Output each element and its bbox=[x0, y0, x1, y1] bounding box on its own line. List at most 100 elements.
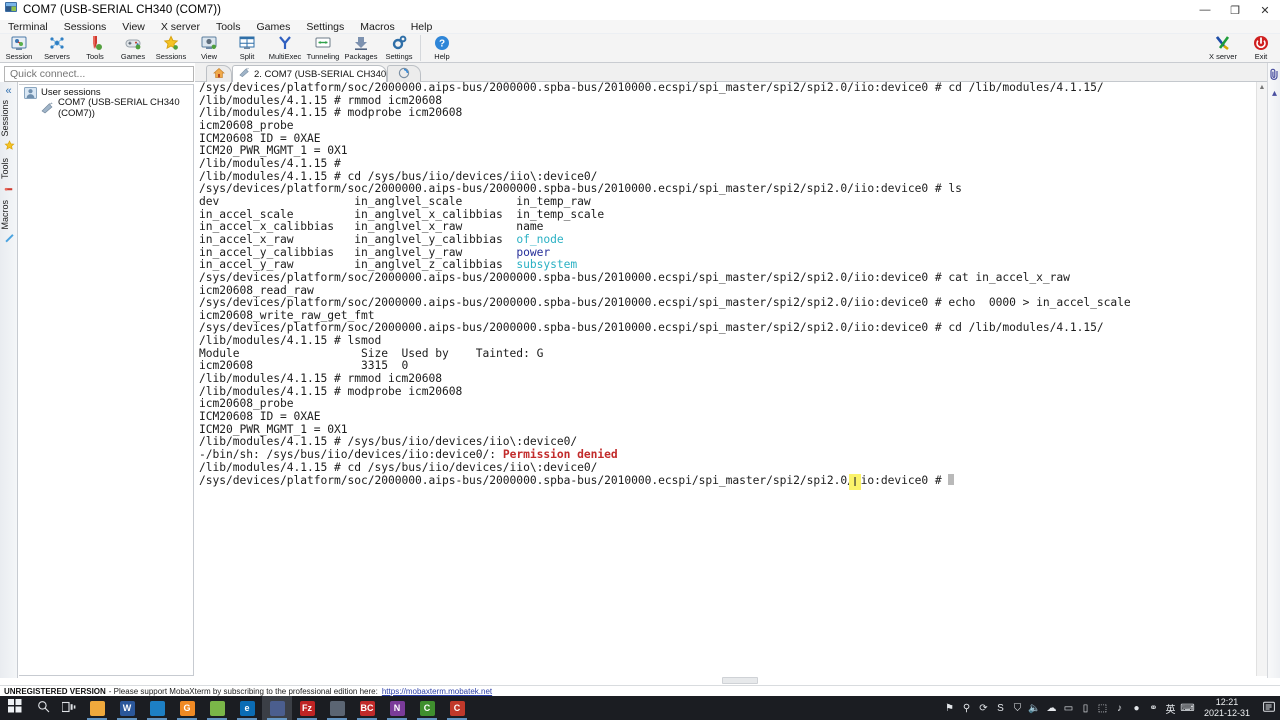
usb-icon[interactable]: ⚲ bbox=[958, 703, 975, 714]
window-title: COM7 (USB-SERIAL CH340 (COM7)) bbox=[23, 4, 222, 16]
taskbar-clock[interactable]: 12:21 2021-12-31 bbox=[1196, 697, 1258, 719]
toolbar-split-button[interactable]: Split bbox=[228, 34, 266, 63]
toolbar-servers-button[interactable]: Servers bbox=[38, 34, 76, 63]
quick-connect-input[interactable] bbox=[4, 66, 194, 82]
cloud-error-icon[interactable]: ☁ bbox=[1043, 703, 1060, 714]
task-view-icon[interactable] bbox=[56, 701, 82, 716]
taskbar-app-photo-viewer[interactable] bbox=[202, 696, 232, 720]
volume-icon[interactable]: 🔈 bbox=[1026, 703, 1043, 714]
green-circle-icon[interactable]: ● bbox=[1128, 703, 1145, 714]
menu-xserver[interactable]: X server bbox=[153, 20, 208, 34]
terminal-prompt: /sys/devices/platform/soc/2000000.aips-b… bbox=[199, 474, 949, 488]
menu-help[interactable]: Help bbox=[403, 20, 441, 34]
taskbar-app-cmd-green[interactable]: C bbox=[412, 696, 442, 720]
speaker-icon[interactable]: ♪ bbox=[1111, 703, 1128, 714]
taskbar-app-file-explorer[interactable] bbox=[82, 696, 112, 720]
menu-sessions[interactable]: Sessions bbox=[56, 20, 115, 34]
toolbar-split-label: Split bbox=[239, 52, 255, 61]
window-controls: — ❐ ✕ bbox=[1190, 0, 1280, 20]
menu-tools[interactable]: Tools bbox=[208, 20, 249, 34]
vscode-icon bbox=[149, 700, 165, 716]
sidebar-tab-macros[interactable]: Macros bbox=[0, 197, 18, 233]
taskbar-app-gimp[interactable]: G bbox=[172, 696, 202, 720]
scrollbar-thumb[interactable] bbox=[722, 677, 758, 684]
tree-item-com7-session[interactable]: COM7 (USB-SERIAL CH340 (COM7)) bbox=[19, 97, 193, 119]
tree-item-label: COM7 (USB-SERIAL CH340 (COM7)) bbox=[58, 96, 180, 119]
taskbar-app-edge[interactable]: e bbox=[232, 696, 262, 720]
menu-games[interactable]: Games bbox=[248, 20, 298, 34]
minimize-button[interactable]: — bbox=[1190, 0, 1220, 20]
taskbar-app-cmd-red[interactable]: C bbox=[442, 696, 472, 720]
system-tray: ⚑ ⚲ ⟳ S ⛉ 🔈 ☁ ▭ ▯ ⬚ ♪ ● ⚭ 英 ⌨ 12:21 2021-12-31 bbox=[941, 696, 1280, 720]
new-tab-button[interactable] bbox=[387, 65, 421, 82]
chevron-up-icon[interactable]: ▴ bbox=[1268, 88, 1280, 99]
paperclip-icon[interactable] bbox=[1268, 68, 1280, 83]
mobatek-link[interactable]: https://mobaxterm.mobatek.net bbox=[382, 687, 492, 696]
toolbar-tunneling-label: Tunneling bbox=[306, 52, 340, 61]
taskbar-app-word[interactable]: W bbox=[112, 696, 142, 720]
toolbar-separator bbox=[420, 35, 421, 61]
toolbar-xserver-button[interactable]: X server bbox=[1204, 34, 1242, 63]
taskbar-app-filezilla[interactable]: Fz bbox=[292, 696, 322, 720]
toolbar-sessions-button[interactable]: Sessions bbox=[152, 34, 190, 63]
close-button[interactable]: ✕ bbox=[1250, 0, 1280, 20]
toolbar-tunneling-button[interactable]: Tunneling bbox=[304, 34, 342, 63]
scroll-up-arrow[interactable]: ▲ bbox=[1257, 82, 1267, 93]
toolbar-help-button[interactable]: ? Help bbox=[423, 34, 461, 63]
xserver-icon bbox=[1215, 36, 1230, 51]
toolbar-tools-button[interactable]: Tools bbox=[76, 34, 114, 63]
terminal-output[interactable]: /sys/devices/platform/soc/2000000.aips-b… bbox=[195, 82, 1267, 678]
terminal-line: /sys/devices/platform/soc/2000000.aips-b… bbox=[195, 474, 1267, 488]
s-app-icon[interactable]: S bbox=[992, 703, 1009, 714]
maximize-button[interactable]: ❐ bbox=[1220, 0, 1250, 20]
taskbar-app-vscode[interactable] bbox=[142, 696, 172, 720]
terminal-line: /lib/modules/4.1.15 # bbox=[199, 156, 348, 170]
windows-start-icon[interactable] bbox=[0, 698, 30, 718]
terminal-horizontal-scrollbar[interactable] bbox=[195, 676, 1267, 685]
terminal-vertical-scrollbar[interactable]: ▲ bbox=[1256, 82, 1267, 678]
taskbar-app-mobaxterm[interactable] bbox=[262, 696, 292, 720]
gimp-icon: G bbox=[179, 700, 195, 716]
pin-icon[interactable]: ⚑ bbox=[941, 703, 958, 714]
toolbar-settings-button[interactable]: Settings bbox=[380, 34, 418, 63]
taskbar-app-beyond-compare[interactable]: BC bbox=[352, 696, 382, 720]
link-icon[interactable]: ⚭ bbox=[1145, 703, 1162, 714]
search-icon[interactable] bbox=[30, 700, 56, 716]
terminal-text: in_accel_x_raw in_anglvel_y_calibbias bbox=[199, 232, 517, 246]
session-tree-panel: User sessions COM7 (USB-SERIAL CH340 (CO… bbox=[19, 84, 194, 676]
exit-power-icon bbox=[1254, 36, 1268, 50]
taskbar-app-onenote[interactable]: N bbox=[382, 696, 412, 720]
taskbar-app-calculator[interactable] bbox=[322, 696, 352, 720]
servers-icon bbox=[50, 37, 64, 49]
sidebar-tab-sessions[interactable]: Sessions bbox=[0, 97, 18, 140]
serial-session-icon bbox=[239, 67, 250, 81]
toolbar-multiexec-button[interactable]: MultiExec bbox=[266, 34, 304, 63]
sidebar-collapse-button[interactable]: « bbox=[0, 85, 17, 97]
toolbar-games-button[interactable]: Games bbox=[114, 34, 152, 63]
session-icon bbox=[11, 36, 27, 50]
terminal-tab-com7[interactable]: 2. COM7 (USB-SERIAL CH340 (CO bbox=[232, 65, 387, 82]
toolbar-packages-button[interactable]: Packages bbox=[342, 34, 380, 63]
toolbar-settings-label: Settings bbox=[385, 52, 413, 61]
ime-icon[interactable]: 英 bbox=[1162, 701, 1179, 716]
terminal-line: /lib/modules/4.1.15 # cd /sys/bus/iio/de… bbox=[199, 460, 598, 474]
sync-icon[interactable]: ⟳ bbox=[975, 703, 992, 714]
menu-terminal[interactable]: Terminal bbox=[0, 20, 56, 34]
keyboard-icon[interactable]: ⌨ bbox=[1179, 703, 1196, 714]
toolbar-session-button[interactable]: Session bbox=[0, 34, 38, 63]
terminal-colored-token: of_node bbox=[516, 232, 564, 246]
mobaxterm-icon bbox=[5, 1, 18, 19]
shield-icon[interactable]: ⛉ bbox=[1009, 703, 1026, 714]
network-icon[interactable]: ⬚ bbox=[1094, 703, 1111, 714]
toolbar-view-button[interactable]: View bbox=[190, 34, 228, 63]
menu-view[interactable]: View bbox=[114, 20, 153, 34]
notifications-icon[interactable] bbox=[1258, 701, 1280, 716]
menu-macros[interactable]: Macros bbox=[352, 20, 402, 34]
menu-settings[interactable]: Settings bbox=[298, 20, 352, 34]
monitor-icon[interactable]: ▭ bbox=[1060, 703, 1077, 714]
toolbar-exit-button[interactable]: Exit bbox=[1242, 34, 1280, 63]
home-tab[interactable] bbox=[206, 65, 232, 82]
sidebar-tab-tools[interactable]: Tools bbox=[0, 155, 18, 182]
battery-icon[interactable]: ▯ bbox=[1077, 703, 1094, 714]
terminal-text: dev in_anglvel_scale in_temp_raw bbox=[199, 194, 591, 208]
